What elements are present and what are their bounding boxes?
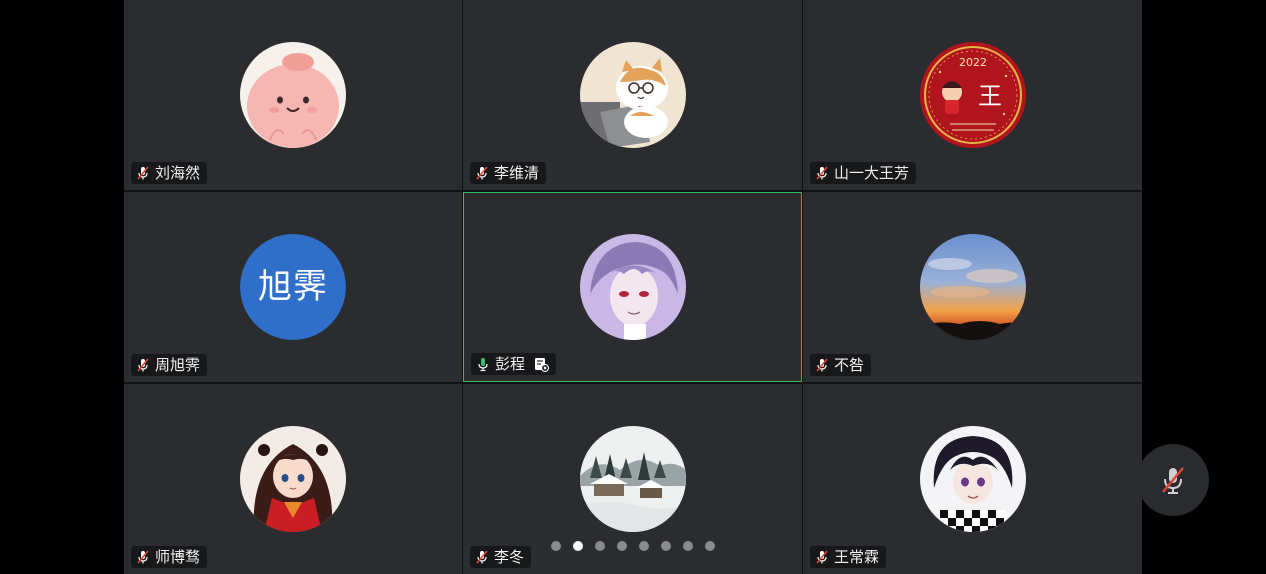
avatar (919, 234, 1026, 340)
participant-name: 王常霖 (834, 548, 880, 566)
sunset-sky-avatar-image (919, 234, 1026, 340)
mic-active-icon (475, 356, 491, 372)
anime-boy-checkered-avatar-image (919, 426, 1026, 532)
mic-muted-icon (814, 357, 830, 373)
avatar (579, 426, 686, 532)
red-2022-badge-avatar-image: 2022 王 (919, 42, 1026, 148)
cat-with-glasses-avatar-image (579, 42, 686, 148)
page-dot-6[interactable] (661, 541, 671, 551)
participant-name: 李维清 (494, 164, 540, 182)
participant-name-tag: 王常霖 (810, 546, 887, 568)
avatar (579, 234, 686, 340)
page-indicator (551, 541, 715, 551)
avatar (919, 426, 1026, 532)
unmute-button[interactable] (1137, 444, 1209, 516)
participant-name-tag: 李冬 (470, 546, 532, 568)
participant-tile[interactable]: 李维清 (463, 0, 802, 190)
participant-tile[interactable]: 王常霖 (803, 384, 1142, 574)
participant-tile-active-speaker[interactable]: 彭程 (463, 192, 802, 382)
mic-muted-icon (814, 165, 830, 181)
page-dot-3[interactable] (595, 541, 605, 551)
mic-muted-icon (474, 549, 490, 565)
avatar (579, 42, 686, 148)
page-dot-4[interactable] (617, 541, 627, 551)
avatar (240, 42, 346, 148)
participant-name-tag: 刘海然 (131, 162, 208, 184)
mic-muted-icon (135, 357, 151, 373)
avatar: 旭霁 (240, 234, 346, 340)
participant-name-tag: 山一大王芳 (810, 162, 917, 184)
participant-name: 师博骛 (155, 548, 201, 566)
anime-boy-purple-avatar-image (579, 234, 686, 340)
participant-name: 刘海然 (155, 164, 201, 182)
participant-tile[interactable]: 师博骛 (124, 384, 462, 574)
mic-off-icon (1162, 467, 1184, 494)
checkered-scarf (939, 510, 1006, 532)
avatar (240, 426, 346, 532)
participant-tile[interactable]: 刘海然 (124, 0, 462, 190)
participant-name: 周旭霁 (155, 356, 201, 374)
page-dot-5[interactable] (639, 541, 649, 551)
participant-name-tag: 周旭霁 (131, 354, 208, 376)
snow-landscape-avatar-image (579, 426, 686, 532)
mic-muted-icon (135, 165, 151, 181)
participant-name: 山一大王芳 (834, 164, 910, 182)
participant-name-tag: 师博骛 (131, 546, 208, 568)
anime-girl-red-avatar-image (240, 426, 346, 532)
page-dot-1[interactable] (551, 541, 561, 551)
mic-muted-icon (474, 165, 490, 181)
text-avatar: 旭霁 (240, 234, 346, 340)
participant-tile[interactable]: 旭霁 周旭霁 (124, 192, 462, 382)
host-badge-icon (533, 356, 550, 372)
participant-grid: 刘海然 李维清 2022 王 山一大王芳 旭霁 周旭霁 彭程 不咎 师博骛 李冬… (124, 0, 1142, 574)
participant-name: 李冬 (494, 548, 525, 566)
mic-muted-icon (814, 549, 830, 565)
avatar: 2022 王 (919, 42, 1026, 148)
participant-name-tag: 李维清 (470, 162, 547, 184)
participant-name: 不咎 (834, 356, 865, 374)
participant-name-tag: 不咎 (810, 354, 872, 376)
participant-tile[interactable]: 不咎 (803, 192, 1142, 382)
participant-name: 彭程 (495, 355, 526, 373)
badge-year: 2022 (959, 56, 987, 69)
badge-glyph: 王 (978, 82, 1002, 110)
page-dot-7[interactable] (683, 541, 693, 551)
mic-muted-icon (135, 549, 151, 565)
participant-tile[interactable]: 2022 王 山一大王芳 (803, 0, 1142, 190)
pink-blob-avatar-image (240, 42, 346, 148)
participant-name-tag: 彭程 (471, 353, 557, 375)
page-dot-8[interactable] (705, 541, 715, 551)
meeting-gallery-view: 刘海然 李维清 2022 王 山一大王芳 旭霁 周旭霁 彭程 不咎 师博骛 李冬… (0, 0, 1266, 574)
page-dot-2[interactable] (573, 541, 583, 551)
